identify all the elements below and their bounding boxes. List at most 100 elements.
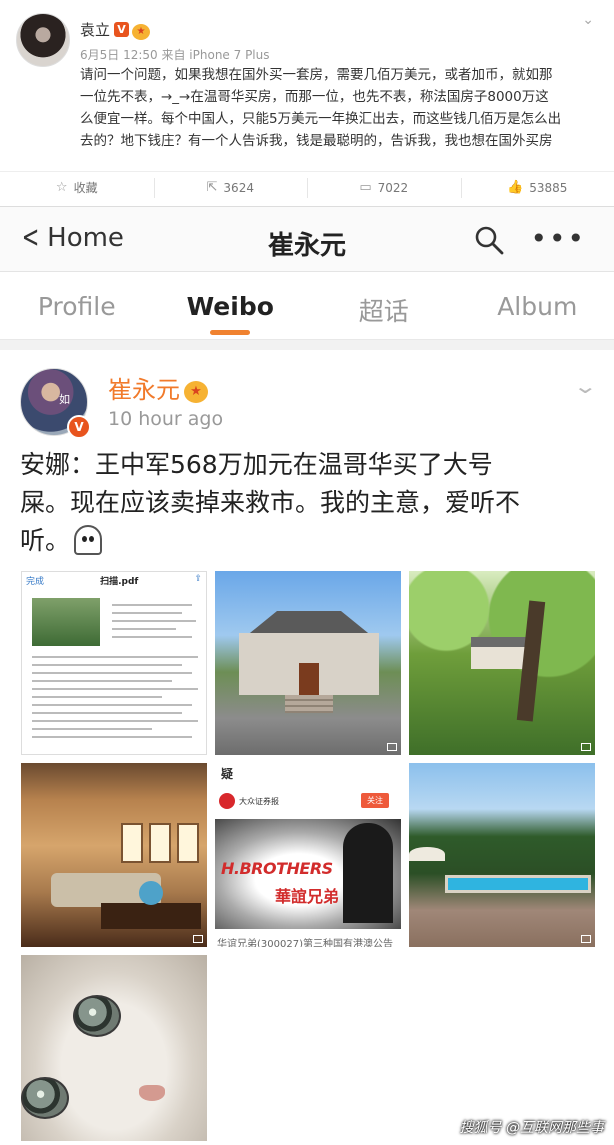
post-time: 10 hour ago [108,408,224,430]
news-caption: 华谊兄弟(300027)第三种国有港澳公告 [217,939,393,947]
chevron-down-icon[interactable]: ⌄ [573,374,598,398]
post-line: 么便宜一样。每个中国人，只能5万美元一年换汇出去，而这些钱几佰万是怎么出 [80,111,562,127]
post-author-name[interactable]: 崔永元 ★ [108,370,208,405]
doc-line [32,656,198,658]
image-pool[interactable] [409,763,595,947]
post-line-text: 听。 [20,526,71,555]
news-brand: H.BROTHERS [221,859,333,878]
avatar-overlay-text: 如 [59,393,70,406]
nav-bar: < Home 崔永元 ••• [0,206,614,272]
image-news-screenshot[interactable]: 疑 大众证券报 关注 H.BROTHERS 華誼兄弟 华谊兄弟(300027)第… [215,763,401,947]
doc-line [32,696,162,698]
doc-house-photo [32,598,100,646]
watermark: 搜狐号 @互联网那些事 [459,1120,604,1136]
ghost-emoji-icon [74,525,103,555]
image-document-scan[interactable]: 完成 扫描.pdf ⇪ [21,571,207,755]
chevron-down-icon[interactable]: ⌄ [582,12,594,28]
tab-profile[interactable]: Profile [0,272,154,339]
doc-line [32,720,198,722]
more-icon[interactable]: ••• [530,225,586,253]
crown-icon: ★ [132,24,151,40]
cat-eye [73,995,121,1037]
post-line: 安娜：王中军568万加元在温哥华买了大号 [20,450,493,479]
news-source-bar: 大众证券报 关注 [219,789,397,813]
tab-supertopic[interactable]: 超话 [307,272,461,339]
post-author-name-text[interactable]: 崔永元 [108,376,180,404]
back-label: Home [47,223,124,253]
post-text: 安娜：王中军568万加元在温哥华买了大号 屎。现在应该卖掉来救市。我的主意，爱听… [20,446,595,560]
photo-umbrella [409,847,445,861]
news-figure [343,823,393,923]
star-icon: ☆ [55,180,68,195]
image-garden[interactable] [409,571,595,755]
photo-window [149,823,171,863]
chevron-left-icon: < [21,220,40,255]
news-header: 疑 [221,767,234,781]
doc-line [32,664,182,666]
favorite-label: 收藏 [73,181,98,195]
doc-line [112,620,196,622]
doc-file-name: 扫描.pdf [100,577,139,587]
news-source: 大众证券报 [239,796,279,806]
doc-line [32,688,198,690]
comment-icon: ▭ [359,180,372,195]
post-text: 请问一个问题，如果我想在国外买一套房，需要几佰万美元，或者加币，就如那 一位先不… [80,64,600,152]
post-line: 听。 [20,522,595,560]
expand-icon [581,743,591,751]
repost-button[interactable]: ⇱ 3624 [153,172,308,203]
tab-album[interactable]: Album [461,272,614,339]
doc-done-label: 完成 [26,577,45,587]
expand-icon [581,935,591,943]
thumbs-up-icon: 👍 [507,180,524,195]
photo-window [121,823,143,863]
doc-header: 完成 扫描.pdf ⇪ [22,572,206,588]
author-name[interactable]: 袁立 V ★ [80,19,151,40]
action-bar: ☆ 收藏 ⇱ 3624 ▭ 7022 👍 53885 [0,171,614,203]
photo-vase [139,881,163,905]
post-line: 一位先不表，→_→在温哥华买房，而那一位，也先不表，称法国房子8000万这 [80,89,549,105]
back-button[interactable]: < Home [18,220,124,255]
image-mansion-front[interactable] [215,571,401,755]
photo-door [299,663,319,695]
image-living-room[interactable] [21,763,207,947]
photo-window [177,823,199,863]
crown-icon: ★ [184,381,208,403]
tab-weibo[interactable]: Weibo [154,272,308,339]
profile-tabs: Profile Weibo 超话 Album [0,272,614,340]
comment-button[interactable]: ▭ 7022 [307,172,461,203]
news-banner: H.BROTHERS 華誼兄弟 [215,819,401,929]
post-line: 请问一个问题，如果我想在国外买一套房，需要几佰万美元，或者加币，就如那 [80,67,553,83]
image-cat[interactable] [21,955,207,1141]
post-line: 屎。现在应该卖掉来救市。我的主意，爱听不 [20,488,521,517]
doc-line [112,604,192,606]
verified-icon: V [114,22,130,37]
expand-icon [387,743,397,751]
doc-line [32,672,192,674]
news-follow-button: 关注 [361,793,389,808]
post-line: 去的？地下钱庄？有一个人告诉我，钱是最聪明的，告诉我，我也想在国外买房 [80,133,553,149]
doc-line [32,704,192,706]
photo-pool-water [445,875,591,893]
author-name-text[interactable]: 袁立 [80,21,110,39]
doc-line [32,712,182,714]
like-count: 53885 [529,180,568,195]
cat-eye [21,1077,69,1119]
doc-line [32,680,172,682]
post-author-avatar[interactable]: 如 V [20,368,91,439]
like-button[interactable]: 👍 53885 [460,172,614,203]
photo-stairs [285,695,333,713]
doc-line [112,612,182,614]
post-meta: 6月5日 12:50 来自 iPhone 7 Plus [80,48,270,62]
news-brand-cn: 華誼兄弟 [275,887,340,906]
favorite-button[interactable]: ☆ 收藏 [0,172,154,203]
share-icon: ⇪ [194,574,202,584]
verified-icon: V [67,415,91,439]
top-post-card: 袁立 V ★ ⌄ 6月5日 12:50 来自 iPhone 7 Plus 请问一个问… [0,0,614,206]
doc-line [32,736,192,738]
repost-icon: ⇱ [206,180,218,195]
search-icon[interactable] [474,225,504,255]
news-logo-icon [219,793,235,809]
repost-count: 3624 [223,180,254,195]
photo-table [101,903,201,929]
author-avatar[interactable] [16,13,70,67]
